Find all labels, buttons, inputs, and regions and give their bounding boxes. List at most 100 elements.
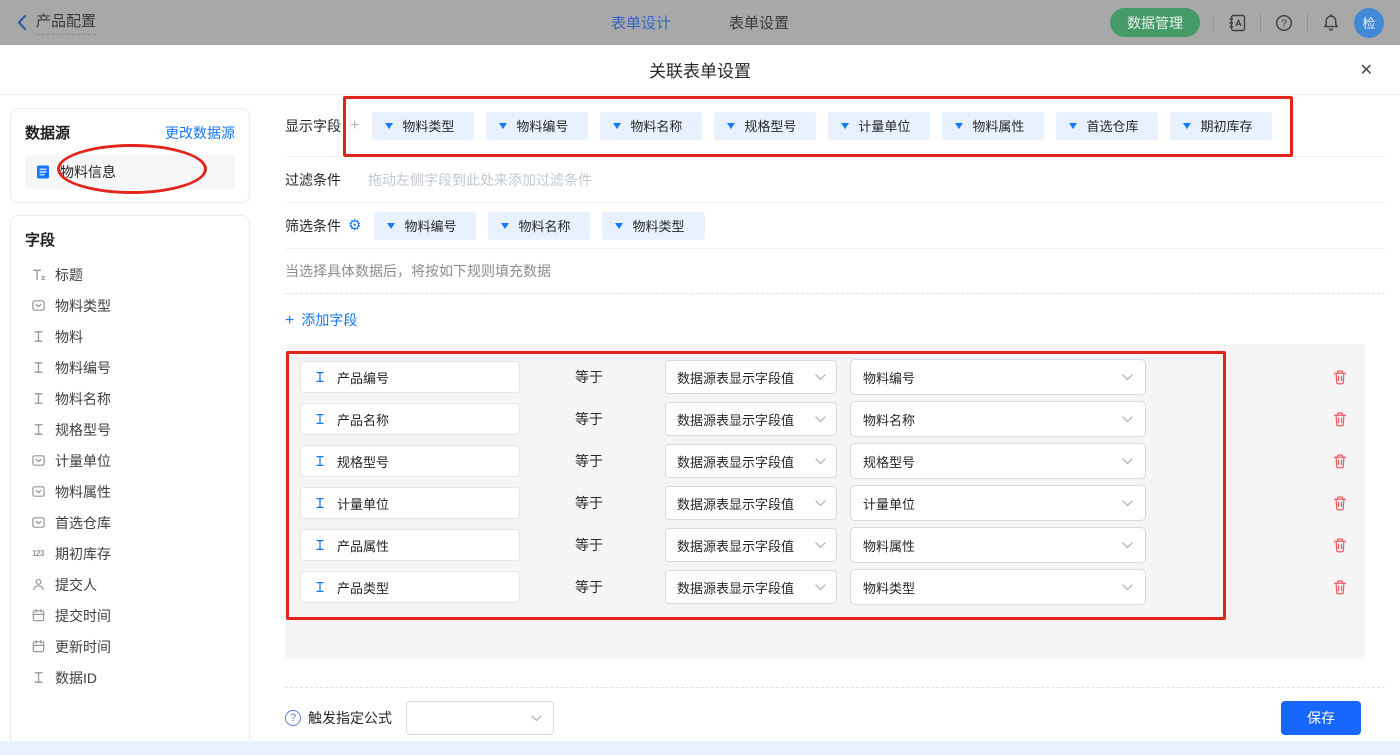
add-display-field-icon[interactable] <box>350 117 359 135</box>
text-icon <box>313 580 327 594</box>
gear-icon[interactable] <box>348 218 361 233</box>
condition-tag[interactable]: 物料名称 <box>488 212 590 240</box>
text-icon <box>313 454 327 468</box>
bell-icon[interactable] <box>1321 13 1341 33</box>
field-item[interactable]: 数据ID <box>25 662 235 693</box>
mapping-field-input[interactable]: 产品名称 <box>300 403 520 435</box>
close-icon[interactable] <box>1360 60 1373 80</box>
source-select[interactable]: 数据源表显示字段值 <box>665 402 837 436</box>
trash-icon[interactable] <box>1332 495 1348 512</box>
field-item[interactable]: 提交人 <box>25 569 235 600</box>
field-item-label: 更新时间 <box>55 637 111 657</box>
bottom-strip <box>0 741 1400 755</box>
caret-down-icon <box>387 223 395 229</box>
value-select[interactable]: 物料类型 <box>850 569 1146 605</box>
chevron-down-icon <box>1122 500 1133 507</box>
field-item[interactable]: 物料属性 <box>25 476 235 507</box>
svg-text:?: ? <box>1281 17 1287 29</box>
field-item-label: 期初库存 <box>55 544 111 564</box>
field-tag[interactable]: 规格型号 <box>714 112 816 140</box>
trash-icon[interactable] <box>1332 411 1348 428</box>
source-select[interactable]: 数据源表显示字段值 <box>665 486 837 520</box>
text-icon <box>313 370 327 384</box>
field-tag[interactable]: 期初库存 <box>1170 112 1272 140</box>
screen-condition-tags: 物料编号物料名称 物料类型 <box>374 212 704 240</box>
value-select[interactable]: 物料名称 <box>850 401 1146 437</box>
trash-icon[interactable] <box>1332 453 1348 470</box>
topbar-tab[interactable]: 表单设置 <box>729 12 789 33</box>
field-tag[interactable]: 计量单位 <box>828 112 930 140</box>
chevron-down-icon <box>815 416 826 423</box>
mapping-field-input[interactable]: 计量单位 <box>300 487 520 519</box>
field-tag[interactable]: 物料类型 <box>372 112 474 140</box>
datasource-item-label: 物料信息 <box>60 162 116 182</box>
field-tag[interactable]: 首选仓库 <box>1056 112 1158 140</box>
trash-icon[interactable] <box>1332 537 1348 554</box>
source-select[interactable]: 数据源表显示字段值 <box>665 528 837 562</box>
avatar[interactable]: 检 <box>1354 8 1384 38</box>
mapping-field-input[interactable]: 产品类型 <box>300 571 520 603</box>
screen-conditions-row: 筛选条件 物料编号物料名称物料类型 <box>285 203 1385 249</box>
source-select-value: 数据源表显示字段值 <box>677 452 794 471</box>
caret-down-icon <box>499 123 507 129</box>
value-select[interactable]: 规格型号 <box>850 443 1146 479</box>
field-tag[interactable]: 物料名称 <box>600 112 702 140</box>
value-select[interactable]: 计量单位 <box>850 485 1146 521</box>
value-select[interactable]: 物料编号 <box>850 359 1146 395</box>
field-item-label: 数据ID <box>55 668 97 688</box>
field-item[interactable]: 物料类型 <box>25 290 235 321</box>
formula-select[interactable] <box>406 701 554 735</box>
condition-tag-label: 物料类型 <box>632 216 684 235</box>
field-item[interactable]: 期初库存 <box>25 538 235 569</box>
fields-card: 字段 标题 <box>10 215 250 745</box>
back-button[interactable]: 产品配置 <box>16 10 96 35</box>
field-item[interactable]: 首选仓库 <box>25 507 235 538</box>
document-icon <box>35 164 51 180</box>
save-button[interactable]: 保存 <box>1281 701 1361 735</box>
field-tag[interactable]: 物料属性 <box>942 112 1044 140</box>
chevron-down-icon <box>815 374 826 381</box>
mapping-field-input[interactable]: 产品编号 <box>300 361 520 393</box>
change-datasource-link[interactable]: 更改数据源 <box>165 123 235 143</box>
field-item[interactable]: 物料编号 <box>25 352 235 383</box>
source-select[interactable]: 数据源表显示字段值 <box>665 570 837 604</box>
field-item[interactable]: 物料名称 <box>25 383 235 414</box>
field-item[interactable]: 物料 <box>25 321 235 352</box>
mapping-row: 规格型号 等于 数据源表显示字段值 规格型号 <box>300 440 1365 482</box>
field-tag[interactable]: 物料编号 <box>486 112 588 140</box>
field-item[interactable]: 提交时间 <box>25 600 235 631</box>
mapping-field-input[interactable]: 产品属性 <box>300 529 520 561</box>
value-select[interactable]: 物料属性 <box>850 527 1146 563</box>
topbar-tab[interactable]: 表单设计 <box>611 12 671 33</box>
data-manage-button[interactable]: 数据管理 <box>1110 8 1200 37</box>
divider <box>1260 14 1261 32</box>
field-item[interactable]: 标题 <box>25 259 235 290</box>
select-icon <box>31 515 46 530</box>
chevron-down-icon <box>1122 458 1133 465</box>
mapping-field-input[interactable]: 规格型号 <box>300 445 520 477</box>
value-select-value: 物料名称 <box>863 410 915 429</box>
condition-tag[interactable]: 物料编号 <box>374 212 476 240</box>
address-book-icon[interactable] <box>1227 13 1247 33</box>
modal-header: 关联表单设置 <box>0 45 1400 95</box>
filter-dropzone[interactable]: 拖动左侧字段到此处来添加过滤条件 <box>368 170 592 190</box>
field-tag-label: 计量单位 <box>858 116 910 135</box>
formula-help-icon[interactable] <box>285 710 301 726</box>
source-select[interactable]: 数据源表显示字段值 <box>665 444 837 478</box>
help-icon[interactable]: ? <box>1274 13 1294 33</box>
field-list: 标题 物料类型 <box>25 259 235 693</box>
field-item[interactable]: 更新时间 <box>25 631 235 662</box>
text-icon <box>313 538 327 552</box>
condition-tag[interactable]: 物料类型 <box>602 212 704 240</box>
add-field-button[interactable]: 添加字段 <box>285 310 357 330</box>
calendar-icon <box>31 639 46 654</box>
source-select[interactable]: 数据源表显示字段值 <box>665 360 837 394</box>
field-item[interactable]: 计量单位 <box>25 445 235 476</box>
field-item[interactable]: 规格型号 <box>25 414 235 445</box>
trash-icon[interactable] <box>1332 579 1348 596</box>
display-field-tags: 物料类型物料编号物料名称规格型号 计量单位 物料属性首选仓库期初库存 <box>372 112 1272 140</box>
text-icon <box>31 360 46 375</box>
trash-icon[interactable] <box>1332 369 1348 386</box>
datasource-item[interactable]: 物料信息 <box>25 155 235 189</box>
caret-down-icon <box>501 223 509 229</box>
